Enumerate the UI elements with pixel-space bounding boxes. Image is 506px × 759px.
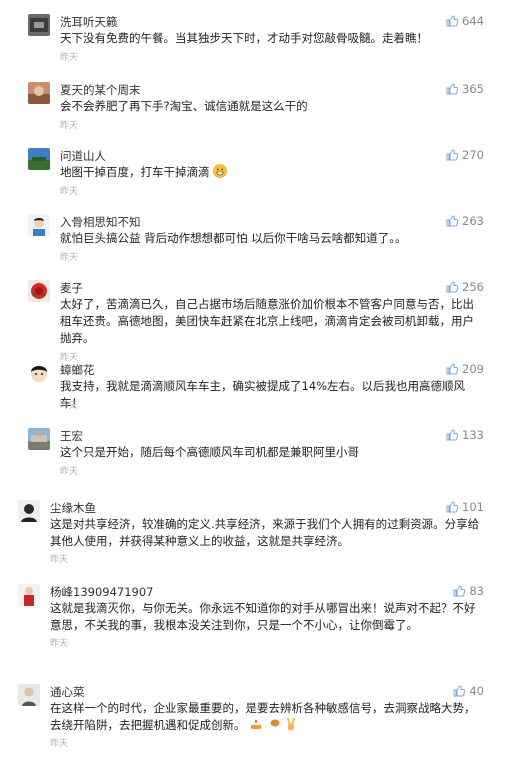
like-count: 644: [462, 14, 484, 28]
thumb-up-icon: [453, 585, 466, 597]
like-button[interactable]: 256: [446, 280, 484, 294]
thumb-up-icon: [446, 83, 459, 95]
username[interactable]: 问道山人: [60, 148, 106, 164]
like-count: 263: [462, 214, 484, 228]
username[interactable]: 通心菜: [50, 684, 85, 700]
chicken-leg-emoji: [268, 719, 280, 729]
like-count: 256: [462, 280, 484, 294]
like-count: 101: [462, 500, 484, 514]
thumb-up-icon: [446, 363, 459, 375]
avatar[interactable]: [28, 14, 50, 36]
username[interactable]: 尘缘木鱼: [50, 500, 96, 516]
comment-text: 就怕巨头搞公益 背后动作想想都可怕 以后你干啥马云啥都知道了。。: [60, 231, 407, 245]
comment-text: 我支持，我就是滴滴顺风车车主，确实被提成了14%左右。以后我也用高德顺风车！: [60, 379, 466, 410]
like-button[interactable]: 365: [446, 82, 484, 96]
avatar[interactable]: [28, 428, 50, 450]
username[interactable]: 杨峰13909471907: [50, 584, 153, 600]
like-count: 40: [469, 684, 484, 698]
username[interactable]: 王宏: [60, 428, 83, 444]
thumb-up-icon: [446, 149, 459, 161]
comment-text: 这是对共享经济，较准确的定义.共享经济，来源于我们个人拥有的过剩资源。分享给其他…: [50, 517, 480, 548]
avatar[interactable]: [18, 584, 40, 606]
cake-emoji: [251, 720, 262, 729]
comment-text: 这个只是开始，随后每个高德顺风车司机都是兼职阿里小哥: [60, 445, 359, 459]
comment-text: 天下没有免费的午餐。当其独步天下时，才动手对您敲骨吸髓。走着瞧！: [60, 31, 428, 45]
username[interactable]: 蟑螂花: [60, 362, 95, 378]
avatar[interactable]: [28, 280, 50, 302]
thumb-up-icon: [453, 685, 466, 697]
timestamp: 昨天: [60, 467, 79, 477]
victory-hand-emoji: [287, 718, 296, 730]
timestamp: 昨天: [60, 53, 79, 63]
avatar[interactable]: [18, 500, 40, 522]
grinning-face-emoji: [213, 164, 227, 178]
thumb-up-icon: [446, 501, 459, 513]
avatar[interactable]: [28, 82, 50, 104]
like-button[interactable]: 101: [446, 500, 484, 514]
timestamp: 昨天: [50, 555, 69, 565]
comment-text: 太好了，苦滴滴已久，自己占据市场后随意涨价加价根本不管客户同意与否，比出租车还贵…: [60, 297, 474, 345]
timestamp: 昨天: [60, 187, 79, 197]
avatar[interactable]: [28, 148, 50, 170]
timestamp: 昨天: [60, 253, 79, 263]
like-button[interactable]: 133: [446, 428, 484, 442]
like-count: 133: [462, 428, 484, 442]
like-button[interactable]: 644: [446, 14, 484, 28]
username[interactable]: 麦子: [60, 280, 83, 296]
avatar[interactable]: [28, 362, 50, 384]
timestamp: 昨天: [50, 639, 69, 649]
like-button[interactable]: 40: [453, 684, 484, 698]
comment-text: 地图干掉百度，打车干掉滴滴: [60, 165, 210, 179]
username[interactable]: 洗耳听天籁: [60, 14, 118, 30]
like-count: 209: [462, 362, 484, 376]
thumb-up-icon: [446, 281, 459, 293]
avatar[interactable]: [18, 684, 40, 706]
timestamp: 昨天: [60, 401, 79, 411]
thumb-up-icon: [446, 15, 459, 27]
thumb-up-icon: [446, 429, 459, 441]
like-count: 270: [462, 148, 484, 162]
comment-text: 会不会养肥了再下手?淘宝、诚信通就是这么干的: [60, 99, 308, 113]
username[interactable]: 入骨相思知不知: [60, 214, 141, 230]
timestamp: 昨天: [60, 121, 79, 131]
like-count: 365: [462, 82, 484, 96]
thumb-up-icon: [446, 215, 459, 227]
like-button[interactable]: 263: [446, 214, 484, 228]
timestamp: 昨天: [50, 739, 69, 749]
like-button[interactable]: 270: [446, 148, 484, 162]
username[interactable]: 夏天的某个周末: [60, 82, 141, 98]
like-count: 83: [469, 584, 484, 598]
like-button[interactable]: 209: [446, 362, 484, 376]
comment-text-row: 地图干掉百度，打车干掉滴滴: [60, 164, 480, 181]
avatar[interactable]: [28, 214, 50, 236]
comment-text: 这就是我滴灭你，与你无关。你永远不知道你的对手从哪冒出来！说声对不起？不好意思，…: [50, 601, 476, 632]
like-button[interactable]: 83: [453, 584, 484, 598]
comment-text-row: 在这样一个的时代，企业家最重要的，是要去辨析各种敏感信号，去洞察战略大势，去绕开…: [50, 700, 480, 734]
